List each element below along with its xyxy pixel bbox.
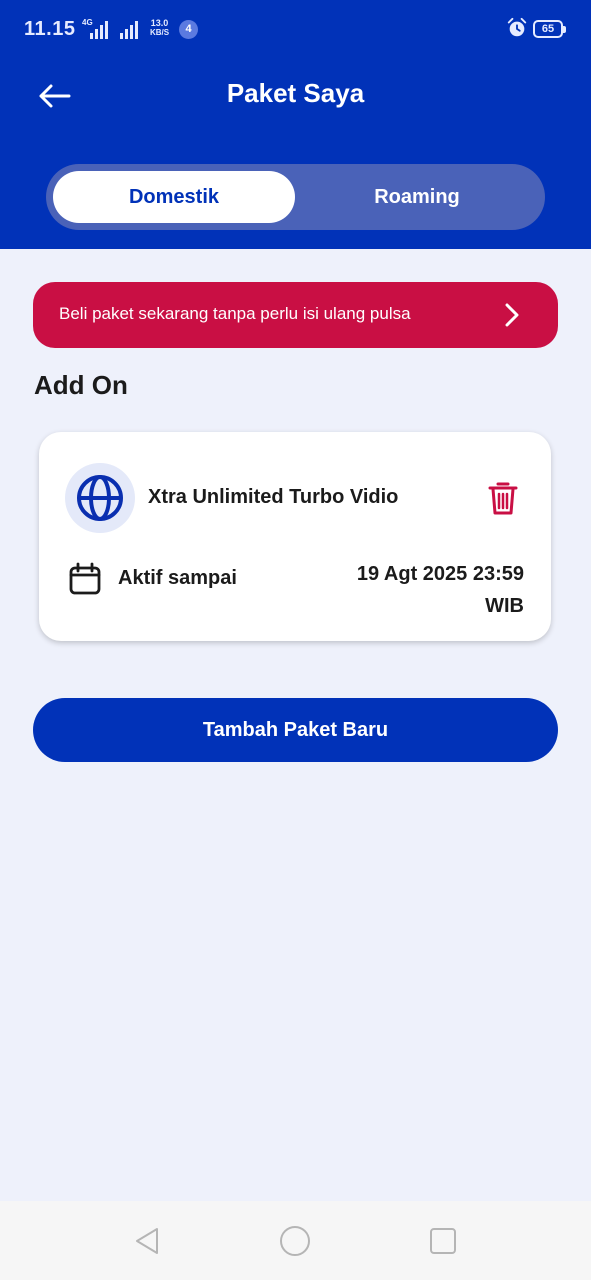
- header: 11.15 4G 13.0 KB/S 4 65 Paket Saya Domes…: [0, 0, 591, 249]
- battery-icon: 65: [533, 20, 566, 38]
- package-card: Xtra Unlimited Turbo Vidio Aktif sampai …: [39, 432, 551, 641]
- signal-icon: [90, 19, 108, 39]
- nav-home-icon[interactable]: [279, 1225, 311, 1257]
- nav-back-icon[interactable]: [131, 1225, 163, 1257]
- speed-value: 13.0: [150, 18, 169, 28]
- tab-domestik[interactable]: Domestik: [53, 171, 295, 223]
- nav-recents-icon[interactable]: [427, 1225, 459, 1257]
- promo-text: Beli paket sekarang tanpa perlu isi ulan…: [59, 304, 411, 323]
- alarm-icon: [507, 17, 527, 37]
- active-until-value: 19 Agt 2025 23:59 WIB: [304, 558, 524, 622]
- status-time: 11.15: [24, 18, 76, 40]
- active-until-label: Aktif sampai: [118, 567, 237, 589]
- promo-banner[interactable]: Beli paket sekarang tanpa perlu isi ulan…: [33, 282, 558, 348]
- system-nav-bar: [0, 1201, 591, 1280]
- active-until-timezone: WIB: [485, 595, 524, 617]
- status-bar: 11.15 4G 13.0 KB/S 4 65: [0, 0, 591, 60]
- speed-unit: KB/S: [150, 28, 170, 37]
- tab-roaming[interactable]: Roaming: [296, 171, 538, 223]
- package-name: Xtra Unlimited Turbo Vidio: [148, 486, 399, 508]
- globe-icon-container: [65, 463, 135, 533]
- calendar-icon: [69, 562, 101, 595]
- section-title: Add On: [34, 370, 128, 400]
- tab-bar: Domestik Roaming: [46, 164, 545, 230]
- notification-badge: 4: [179, 20, 198, 39]
- chevron-right-icon: [505, 303, 519, 327]
- trash-icon[interactable]: [487, 480, 519, 516]
- network-speed: 13.0 KB/S: [150, 18, 170, 38]
- signal-icon-2: [120, 19, 138, 39]
- page-title: Paket Saya: [226, 78, 365, 108]
- add-package-button[interactable]: Tambah Paket Baru: [33, 698, 558, 762]
- globe-icon: [77, 475, 123, 521]
- active-until-date: 19 Agt 2025 23:59: [356, 563, 524, 585]
